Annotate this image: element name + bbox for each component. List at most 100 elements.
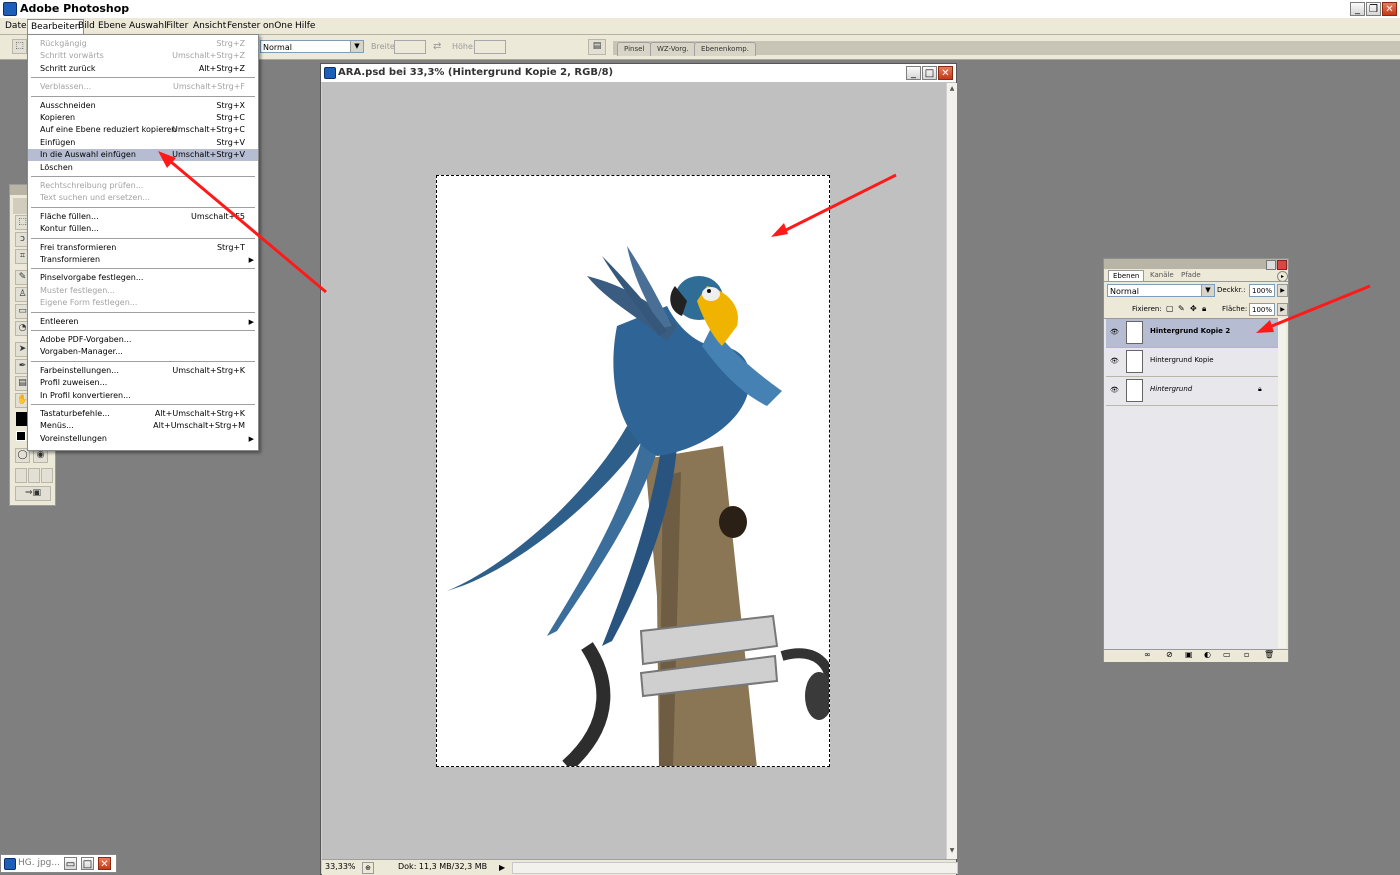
edit-menu-item[interactable]: Menüs... Alt+Umschalt+Strg+M	[28, 420, 258, 432]
close-button[interactable]: ✕	[1382, 2, 1397, 16]
palette-close-button[interactable]	[1277, 260, 1287, 270]
layers-scrollbar[interactable]	[1278, 318, 1286, 648]
new-layer-icon[interactable]: ▫	[1244, 650, 1249, 659]
zoom-level[interactable]: 33,33%	[325, 860, 356, 874]
edit-menu-item[interactable]: Farbeinstellungen... Umschalt+Strg+K	[28, 365, 258, 377]
lock-transparency-icon[interactable]: ▢	[1166, 304, 1174, 313]
doc-close-button[interactable]: ✕	[938, 66, 953, 80]
document-icon	[4, 858, 16, 870]
tab-wz-vorg[interactable]: WZ-Vorg.	[650, 42, 696, 56]
menu-item-label: Rückgängig	[40, 39, 87, 48]
jump-to-imageready-icon[interactable]: ⇒▣	[15, 486, 51, 501]
tab-pinsel[interactable]: Pinsel	[617, 42, 652, 56]
status-preview-icon[interactable]: ⊕	[362, 862, 374, 874]
layers-palette-header	[1104, 259, 1288, 270]
lock-label: Fixieren:	[1132, 305, 1162, 313]
menu-item-label: Einfügen	[40, 137, 76, 147]
height-field[interactable]	[474, 40, 506, 54]
menu-item-label: Fläche füllen...	[40, 211, 99, 221]
min-close-button[interactable]: ✕	[98, 857, 111, 870]
annotation-arrow-menu	[158, 151, 327, 294]
lock-paint-icon[interactable]: ✎	[1178, 304, 1185, 313]
lock-move-icon[interactable]: ✥	[1190, 304, 1197, 313]
layer-mask-icon[interactable]: ▣	[1185, 650, 1193, 659]
screen-mode-2-icon[interactable]	[28, 468, 40, 483]
scroll-up-icon[interactable]: ▲	[948, 85, 956, 93]
doc-maximize-button[interactable]: □	[922, 66, 937, 80]
layer-style-icon[interactable]: ⊘	[1166, 650, 1173, 659]
menu-item-label: Text suchen und ersetzen...	[40, 193, 150, 203]
minimized-document[interactable]: HG. jpg... ▭ □ ✕	[0, 854, 117, 873]
horizontal-scrollbar[interactable]	[512, 862, 958, 874]
menu-ebene[interactable]: Ebene	[95, 19, 129, 33]
edit-menu-item[interactable]: Entleeren ▶	[28, 316, 258, 328]
menu-onone[interactable]: onOne	[260, 19, 296, 33]
canvas-area[interactable]	[322, 83, 946, 859]
new-group-icon[interactable]: ▭	[1223, 650, 1231, 659]
min-maximize-button[interactable]: □	[81, 857, 94, 870]
document-title: ARA.psd bei 33,3% (Hintergrund Kopie 2, …	[338, 67, 614, 78]
swap-icon[interactable]: ⇄	[433, 41, 441, 52]
layer-row[interactable]: 👁︎ Hintergrund 🔒︎	[1106, 377, 1278, 406]
menu-item-label: Entleeren	[40, 316, 79, 326]
min-restore-button[interactable]: ▭	[64, 857, 77, 870]
chevron-down-icon: ▼	[350, 41, 363, 52]
layer-row[interactable]: 👁︎ Hintergrund Kopie	[1106, 348, 1278, 377]
edit-menu-item[interactable]: Ausschneiden Strg+X	[28, 100, 258, 112]
edit-menu-item[interactable]: Einfügen Strg+V	[28, 137, 258, 149]
edit-menu-item[interactable]: Profil zuweisen...	[28, 377, 258, 389]
status-bar: 33,33% ⊕ Dok: 11,3 MB/32,3 MB ▶	[322, 859, 958, 875]
edit-menu-item[interactable]: Auf eine Ebene reduziert kopieren Umschal…	[28, 124, 258, 136]
edit-menu-item[interactable]: Adobe PDF-Vorgaben...	[28, 334, 258, 346]
edit-menu-item[interactable]: Voreinstellungen ▶	[28, 433, 258, 445]
mode-select[interactable]: Normal ▼	[260, 40, 364, 53]
layers-footer: ∞ ⊘ ▣ ◐ ▭ ▫ 🗑︎	[1104, 649, 1288, 662]
edit-menu-item[interactable]: In Profil konvertieren...	[28, 390, 258, 402]
palette-minimize-button[interactable]	[1266, 260, 1276, 270]
menu-item-label: Farbeinstellungen...	[40, 365, 119, 375]
edit-menu-item[interactable]: Tastaturbefehle... Alt+Umschalt+Strg+K	[28, 408, 258, 420]
menu-separator	[31, 77, 255, 79]
menu-separator	[31, 311, 255, 313]
menu-hilfe[interactable]: Hilfe	[292, 19, 318, 33]
tab-pfade[interactable]: Pfade	[1177, 270, 1205, 281]
default-colors-icon[interactable]	[16, 431, 26, 441]
screen-mode-3-icon[interactable]	[41, 468, 53, 483]
tab-kanaele[interactable]: Kanäle	[1146, 270, 1178, 281]
link-icon[interactable]: ∞	[1144, 650, 1151, 659]
menu-filter[interactable]: Filter	[163, 19, 191, 33]
document-size: Dok: 11,3 MB/32,3 MB	[398, 862, 488, 871]
menu-item-label: Eigene Form festlegen...	[40, 298, 138, 308]
status-menu-arrow-icon[interactable]: ▶	[499, 861, 505, 875]
layers-list: 👁︎ Hintergrund Kopie 2 👁︎ Hintergrund Ko…	[1104, 318, 1278, 649]
menu-item-shortcut: Strg+Z	[216, 39, 245, 48]
edit-menu-item[interactable]: Vorgaben-Manager...	[28, 346, 258, 358]
eye-icon[interactable]: 👁︎	[1110, 328, 1119, 337]
layer-name: Hintergrund	[1150, 385, 1193, 393]
adjustment-layer-icon[interactable]: ◐	[1204, 650, 1211, 659]
width-field[interactable]	[394, 40, 426, 54]
delete-layer-icon[interactable]: 🗑︎	[1264, 650, 1274, 659]
menu-item-label: Löschen	[40, 162, 73, 172]
menu-fenster[interactable]: Fenster	[224, 19, 263, 33]
eye-icon[interactable]: 👁︎	[1110, 386, 1119, 395]
menu-item-shortcut: Umschalt+Strg+F	[173, 82, 245, 92]
menu-item-label: Kontur füllen...	[40, 224, 99, 234]
annotation-arrow-layers	[1256, 284, 1371, 333]
doc-minimize-button[interactable]: _	[906, 66, 921, 80]
app-titlebar: Adobe Photoshop _ ❐ ✕	[0, 0, 1400, 19]
minimize-button[interactable]: _	[1350, 2, 1365, 16]
vertical-scrollbar[interactable]: ▲ ▼	[946, 83, 957, 859]
tab-ebenenkomp[interactable]: Ebenenkomp.	[694, 42, 756, 56]
scroll-down-icon[interactable]: ▼	[948, 847, 956, 855]
restore-button[interactable]: ❐	[1366, 2, 1381, 16]
edit-menu-item[interactable]: Schritt zurück Alt+Strg+Z	[28, 63, 258, 75]
edit-menu-item[interactable]: Kopieren Strg+C	[28, 112, 258, 124]
eye-icon[interactable]: 👁︎	[1110, 357, 1119, 366]
parrot-image[interactable]	[436, 175, 830, 767]
marquee-tool-icon[interactable]: ⬚	[12, 39, 27, 54]
blend-mode-select[interactable]: Normal ▼	[1107, 284, 1215, 297]
screen-mode-1-icon[interactable]	[15, 468, 27, 483]
file-browser-icon[interactable]: ▤	[588, 39, 606, 55]
lock-all-icon[interactable]: 🔒︎	[1202, 304, 1206, 314]
